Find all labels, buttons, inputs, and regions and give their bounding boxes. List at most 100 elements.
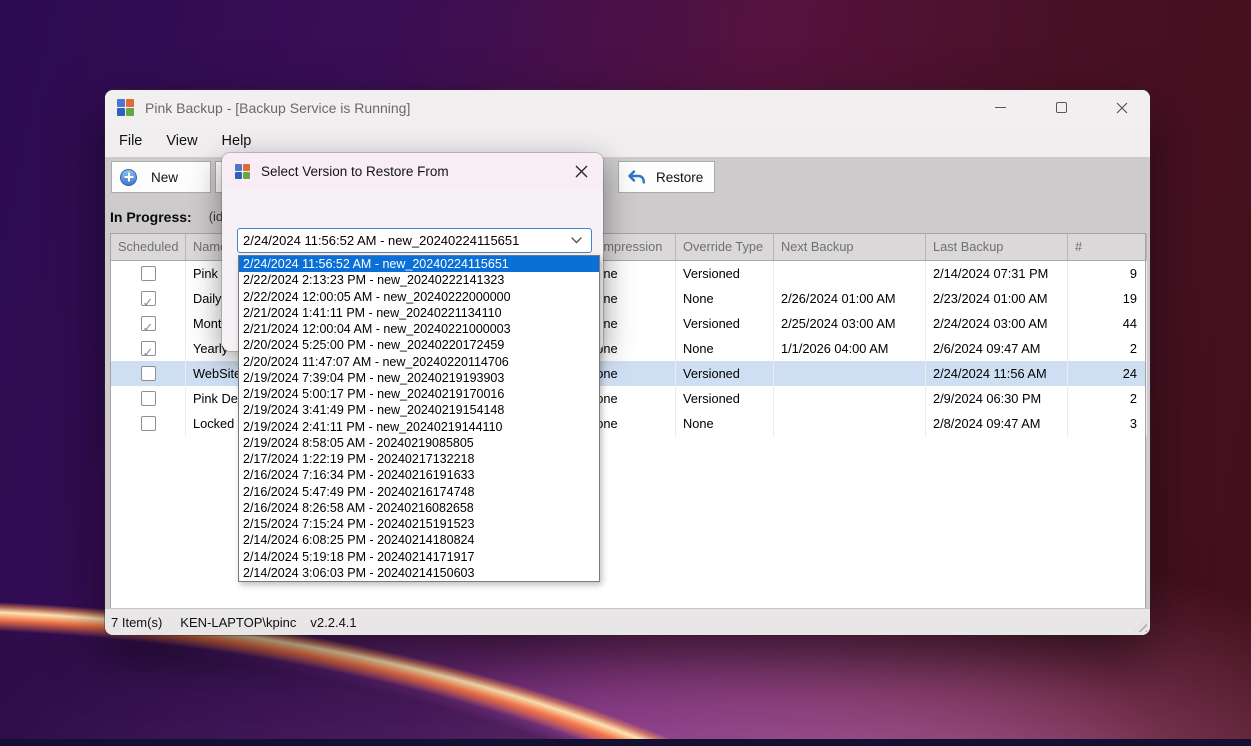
- version-list-item[interactable]: 2/19/2024 8:58:05 AM - 20240219085805: [239, 435, 599, 451]
- version-list-item[interactable]: 2/24/2024 11:56:52 AM - new_202402241156…: [239, 256, 599, 272]
- cell-last-backup: 2/23/2024 01:00 AM: [926, 286, 1068, 311]
- title-bar[interactable]: Pink Backup - [Backup Service is Running…: [105, 90, 1150, 125]
- dialog-app-icon: [235, 164, 251, 180]
- maximize-button[interactable]: [1051, 98, 1071, 118]
- cell-last-backup: 2/9/2024 06:30 PM: [926, 386, 1068, 411]
- restore-undo-icon: [627, 169, 646, 186]
- version-list-item[interactable]: 2/14/2024 3:06:03 PM - 20240214150603: [239, 565, 599, 581]
- app-icon: [117, 99, 135, 117]
- scheduled-cell: [111, 361, 186, 386]
- cell-last-backup: 2/8/2024 09:47 AM: [926, 411, 1068, 436]
- scheduled-cell: [111, 336, 186, 361]
- close-button[interactable]: [1112, 98, 1132, 118]
- version-list-item[interactable]: 2/20/2024 11:47:07 AM - new_202402201147…: [239, 354, 599, 370]
- menu-file[interactable]: File: [111, 129, 150, 153]
- cell-next-backup: [774, 411, 926, 436]
- cell-next-backup: 1/1/2026 04:00 AM: [774, 336, 926, 361]
- app-icon-tile: [243, 164, 250, 171]
- app-window: Pink Backup - [Backup Service is Running…: [105, 90, 1150, 635]
- version-list-item[interactable]: 2/19/2024 5:00:17 PM - new_2024021917001…: [239, 386, 599, 402]
- version-combobox[interactable]: 2/24/2024 11:56:52 AM - new_202402241156…: [237, 228, 592, 253]
- version-list-item[interactable]: 2/20/2024 5:25:00 PM - new_2024022017245…: [239, 337, 599, 353]
- scheduled-cell: [111, 286, 186, 311]
- cell-next-backup: [774, 361, 926, 386]
- status-item-count: 7 Item(s): [111, 615, 162, 630]
- maximize-icon: [1056, 102, 1067, 113]
- dialog-title-bar[interactable]: Select Version to Restore From: [222, 153, 603, 190]
- column-header-next-backup[interactable]: Next Backup: [774, 234, 926, 260]
- cell-count: 19: [1068, 286, 1147, 311]
- window-title: Pink Backup - [Backup Service is Running…: [145, 100, 410, 116]
- cell-count: 2: [1068, 336, 1147, 361]
- version-list-item[interactable]: 2/22/2024 12:00:05 AM - new_202402220000…: [239, 289, 599, 305]
- version-list-item[interactable]: 2/19/2024 3:41:49 PM - new_2024021915414…: [239, 402, 599, 418]
- cell-last-backup: 2/6/2024 09:47 AM: [926, 336, 1068, 361]
- scheduled-checkbox[interactable]: [141, 316, 156, 331]
- cell-override: None: [676, 286, 774, 311]
- dialog-title: Select Version to Restore From: [261, 164, 449, 179]
- app-icon-tile: [235, 172, 242, 179]
- version-list-item[interactable]: 2/19/2024 7:39:04 PM - new_2024021919390…: [239, 370, 599, 386]
- minimize-icon: [995, 107, 1006, 108]
- version-dropdown-list: 2/24/2024 11:56:52 AM - new_202402241156…: [238, 255, 600, 582]
- version-list-item[interactable]: 2/16/2024 8:26:58 AM - 20240216082658: [239, 500, 599, 516]
- cell-last-backup: 2/14/2024 07:31 PM: [926, 261, 1068, 286]
- scheduled-checkbox[interactable]: [141, 416, 156, 431]
- column-header-scheduled[interactable]: Scheduled: [111, 234, 186, 260]
- cell-next-backup: 2/26/2024 01:00 AM: [774, 286, 926, 311]
- scheduled-cell: [111, 411, 186, 436]
- version-list-item[interactable]: 2/21/2024 12:00:04 AM - new_202402210000…: [239, 321, 599, 337]
- new-button[interactable]: New: [111, 161, 211, 193]
- cell-next-backup: 2/25/2024 03:00 AM: [774, 311, 926, 336]
- window-controls: [990, 90, 1132, 125]
- column-header-last-backup[interactable]: Last Backup: [926, 234, 1068, 260]
- version-list-item[interactable]: 2/17/2024 1:22:19 PM - 20240217132218: [239, 451, 599, 467]
- restore-button[interactable]: Restore: [618, 161, 715, 193]
- cell-override: Versioned: [676, 361, 774, 386]
- scheduled-checkbox[interactable]: [141, 391, 156, 406]
- scheduled-checkbox[interactable]: [141, 341, 156, 356]
- cell-override: Versioned: [676, 311, 774, 336]
- cell-count: 9: [1068, 261, 1147, 286]
- close-icon: [1116, 102, 1128, 114]
- app-icon-tile: [126, 108, 134, 116]
- in-progress-label: In Progress:: [110, 209, 192, 225]
- cell-next-backup: [774, 261, 926, 286]
- taskbar-edge: [0, 739, 1251, 746]
- scheduled-checkbox[interactable]: [141, 266, 156, 281]
- version-list-item[interactable]: 2/19/2024 2:41:11 PM - new_2024021914411…: [239, 419, 599, 435]
- close-icon: [575, 165, 588, 178]
- cell-last-backup: 2/24/2024 11:56 AM: [926, 361, 1068, 386]
- cell-count: 44: [1068, 311, 1147, 336]
- status-host-user: KEN-LAPTOP\kpinc: [180, 615, 296, 630]
- scheduled-cell: [111, 261, 186, 286]
- new-button-label: New: [151, 170, 178, 185]
- plus-icon: [120, 169, 137, 186]
- version-list-item[interactable]: 2/16/2024 7:16:34 PM - 20240216191633: [239, 467, 599, 483]
- column-header-count[interactable]: #: [1068, 234, 1147, 260]
- cell-override: None: [676, 411, 774, 436]
- version-list-item[interactable]: 2/14/2024 6:08:25 PM - 20240214180824: [239, 532, 599, 548]
- cell-next-backup: [774, 386, 926, 411]
- menu-help[interactable]: Help: [214, 129, 260, 153]
- app-icon-tile: [117, 99, 125, 107]
- minimize-button[interactable]: [990, 98, 1010, 118]
- cell-override: Versioned: [676, 261, 774, 286]
- cell-last-backup: 2/24/2024 03:00 AM: [926, 311, 1068, 336]
- version-list-item[interactable]: 2/21/2024 1:41:11 PM - new_2024022113411…: [239, 305, 599, 321]
- version-list-item[interactable]: 2/22/2024 2:13:23 PM - new_2024022214132…: [239, 272, 599, 288]
- scheduled-checkbox[interactable]: [141, 366, 156, 381]
- version-list-item[interactable]: 2/16/2024 5:47:49 PM - 20240216174748: [239, 484, 599, 500]
- status-version: v2.2.4.1: [310, 615, 356, 630]
- app-icon-tile: [235, 164, 242, 171]
- column-header-override-type[interactable]: Override Type: [676, 234, 774, 260]
- version-list-item[interactable]: 2/14/2024 5:19:18 PM - 20240214171917: [239, 549, 599, 565]
- cell-override: Versioned: [676, 386, 774, 411]
- resize-grip[interactable]: [1134, 619, 1147, 632]
- menu-view[interactable]: View: [158, 129, 205, 153]
- dialog-close-button[interactable]: [573, 163, 590, 180]
- scheduled-checkbox[interactable]: [141, 291, 156, 306]
- version-list-item[interactable]: 2/15/2024 7:15:24 PM - 20240215191523: [239, 516, 599, 532]
- restore-button-label: Restore: [656, 170, 703, 185]
- app-icon-tile: [117, 108, 125, 116]
